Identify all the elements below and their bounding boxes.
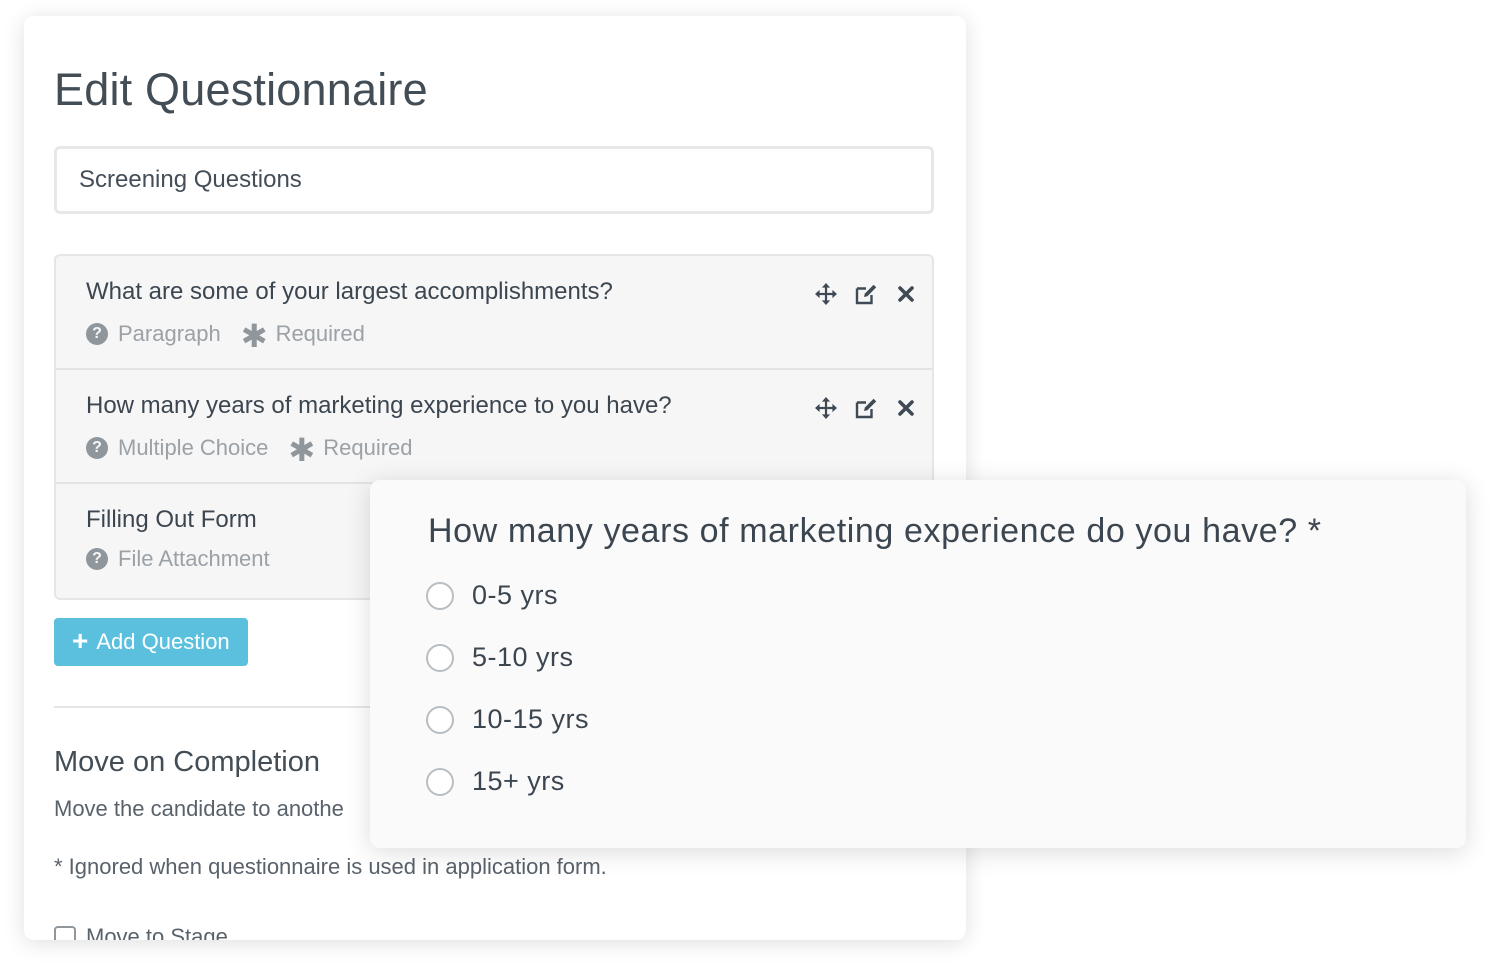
- move-arrows-icon[interactable]: [814, 282, 838, 306]
- preview-option-label: 10-15 yrs: [472, 704, 590, 734]
- move-section-note: * Ignored when questionnaire is used in …: [54, 854, 607, 879]
- preview-option[interactable]: 0-5 yrs: [426, 580, 558, 611]
- row-actions: [814, 282, 918, 306]
- add-question-button[interactable]: + Add Question: [54, 618, 248, 666]
- preview-option-label: 15+ yrs: [472, 766, 565, 796]
- move-to-stage-label: Move to Stage: [86, 924, 228, 940]
- row-actions: [814, 396, 918, 420]
- required-label: Required: [323, 435, 413, 460]
- close-icon[interactable]: [894, 396, 918, 420]
- question-text: Filling Out Form: [86, 506, 257, 533]
- question-meta: ? Paragraph ✱ Required: [86, 318, 365, 354]
- question-preview-popover: How many years of marketing experience d…: [370, 480, 1466, 848]
- required-label: Required: [275, 321, 365, 346]
- asterisk-icon: ✱: [240, 318, 268, 354]
- question-type: Paragraph: [118, 321, 221, 346]
- question-text: How many years of marketing experience t…: [86, 392, 672, 419]
- question-row[interactable]: What are some of your largest accomplish…: [56, 256, 932, 370]
- move-section-description: Move the candidate to anothe: [54, 796, 344, 821]
- move-arrows-icon[interactable]: [814, 396, 838, 420]
- question-text: What are some of your largest accomplish…: [86, 278, 613, 305]
- add-question-label: Add Question: [96, 629, 230, 654]
- question-meta: ? Multiple Choice ✱ Required: [86, 432, 413, 468]
- preview-option[interactable]: 10-15 yrs: [426, 704, 589, 735]
- preview-option-label: 0-5 yrs: [472, 580, 559, 610]
- radio-button[interactable]: [426, 705, 454, 734]
- plus-icon: +: [72, 625, 89, 656]
- preview-option[interactable]: 15+ yrs: [426, 766, 565, 797]
- move-section-title: Move on Completion: [54, 746, 320, 778]
- preview-option-label: 5-10 yrs: [472, 642, 574, 672]
- question-circle-icon: ?: [86, 323, 108, 345]
- move-to-stage-option[interactable]: Move to Stage: [54, 924, 228, 940]
- radio-button[interactable]: [426, 581, 454, 610]
- question-circle-icon: ?: [86, 437, 108, 459]
- questionnaire-name-input[interactable]: [54, 146, 934, 214]
- edit-icon[interactable]: [854, 282, 878, 306]
- radio-button[interactable]: [426, 643, 454, 672]
- question-meta: ? File Attachment: [86, 546, 270, 572]
- page-title: Edit Questionnaire: [54, 64, 428, 115]
- close-icon[interactable]: [894, 282, 918, 306]
- edit-icon[interactable]: [854, 396, 878, 420]
- move-to-stage-checkbox[interactable]: [54, 926, 76, 940]
- preview-option[interactable]: 5-10 yrs: [426, 642, 574, 673]
- asterisk-icon: ✱: [288, 432, 316, 468]
- question-type: Multiple Choice: [118, 435, 269, 460]
- screen: Edit Questionnaire What are some of your…: [0, 0, 1490, 972]
- question-circle-icon: ?: [86, 548, 108, 570]
- radio-button[interactable]: [426, 767, 454, 796]
- question-row[interactable]: How many years of marketing experience t…: [56, 370, 932, 484]
- question-type: File Attachment: [118, 546, 270, 571]
- preview-question-text: How many years of marketing experience d…: [428, 512, 1322, 550]
